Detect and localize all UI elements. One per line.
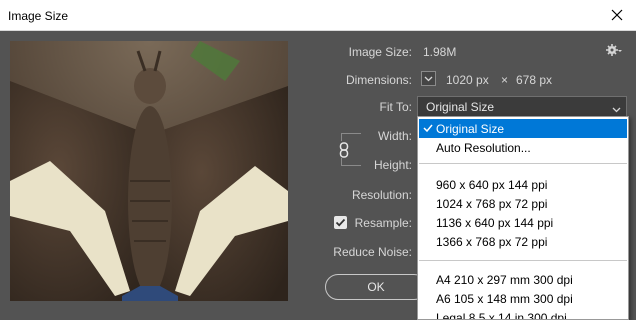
dropdown-item-label: Legal 8.5 x 14 in 300 dpi bbox=[436, 311, 567, 320]
fit-to-value: Original Size bbox=[426, 100, 495, 114]
dropdown-item-label: A6 105 x 148 mm 300 dpi bbox=[436, 292, 573, 306]
close-icon[interactable] bbox=[606, 4, 628, 26]
dropdown-item-original-size[interactable]: Original Size bbox=[419, 119, 627, 138]
dropdown-separator bbox=[419, 260, 627, 261]
dropdown-item-a4[interactable]: A4 210 x 297 mm 300 dpi bbox=[419, 270, 627, 289]
dropdown-separator bbox=[419, 163, 627, 164]
dropdown-item-auto-resolution[interactable]: Auto Resolution... bbox=[419, 138, 627, 157]
fit-to-label: Fit To: bbox=[379, 100, 412, 114]
dropdown-item-960x640[interactable]: 960 x 640 px 144 ppi bbox=[419, 175, 627, 194]
chain-link-icon[interactable] bbox=[339, 142, 349, 158]
dimensions-label: Dimensions: bbox=[345, 73, 412, 87]
dropdown-item-label: 1136 x 640 px 144 ppi bbox=[436, 216, 554, 230]
dropdown-item-label: 1366 x 768 px 72 ppi bbox=[436, 235, 548, 249]
ok-button-label: OK bbox=[367, 280, 385, 294]
dropdown-item-label: 1024 x 768 px 72 ppi bbox=[436, 197, 548, 211]
fit-to-select[interactable]: Original Size bbox=[417, 96, 627, 117]
chevron-down-icon bbox=[424, 76, 433, 82]
dropdown-item-legal[interactable]: Legal 8.5 x 14 in 300 dpi bbox=[419, 308, 627, 320]
dropdown-item-1136x640[interactable]: 1136 x 640 px 144 ppi bbox=[419, 213, 627, 232]
ok-button[interactable]: OK bbox=[325, 274, 427, 300]
dropdown-item-label: 960 x 640 px 144 ppi bbox=[436, 178, 548, 192]
height-label: Height: bbox=[373, 158, 412, 172]
resample-label: Resample: bbox=[354, 216, 412, 230]
dropdown-item-1366x768[interactable]: 1366 x 768 px 72 ppi bbox=[419, 232, 627, 251]
image-size-label: Image Size: bbox=[348, 45, 412, 59]
dropdown-item-label: Auto Resolution... bbox=[436, 141, 531, 155]
dropdown-item-label: A4 210 x 297 mm 300 dpi bbox=[436, 273, 573, 287]
dropdown-item-label: Original Size bbox=[436, 122, 505, 136]
reduce-noise-label: Reduce Noise: bbox=[333, 245, 412, 259]
image-preview[interactable] bbox=[10, 41, 288, 301]
checkmark-icon bbox=[423, 122, 433, 136]
gear-icon[interactable] bbox=[606, 43, 622, 57]
dimensions-dropdown[interactable] bbox=[421, 71, 436, 86]
dropdown-item-a6[interactable]: A6 105 x 148 mm 300 dpi bbox=[419, 289, 627, 308]
dimensions-height-value: 678 px bbox=[516, 73, 553, 87]
dropdown-item-1024x768[interactable]: 1024 x 768 px 72 ppi bbox=[419, 194, 627, 213]
title-bar: Image Size bbox=[0, 0, 636, 31]
fit-to-dropdown-list: Original Size Auto Resolution... 960 x 6… bbox=[417, 116, 629, 320]
dimensions-times: × bbox=[501, 73, 509, 87]
image-size-value: 1.98M bbox=[423, 45, 457, 59]
dimensions-width-value: 1020 px bbox=[446, 73, 489, 87]
chevron-down-icon bbox=[612, 102, 621, 116]
resolution-label: Resolution: bbox=[351, 188, 412, 202]
window-title: Image Size bbox=[8, 9, 69, 23]
width-label: Width: bbox=[377, 129, 412, 143]
